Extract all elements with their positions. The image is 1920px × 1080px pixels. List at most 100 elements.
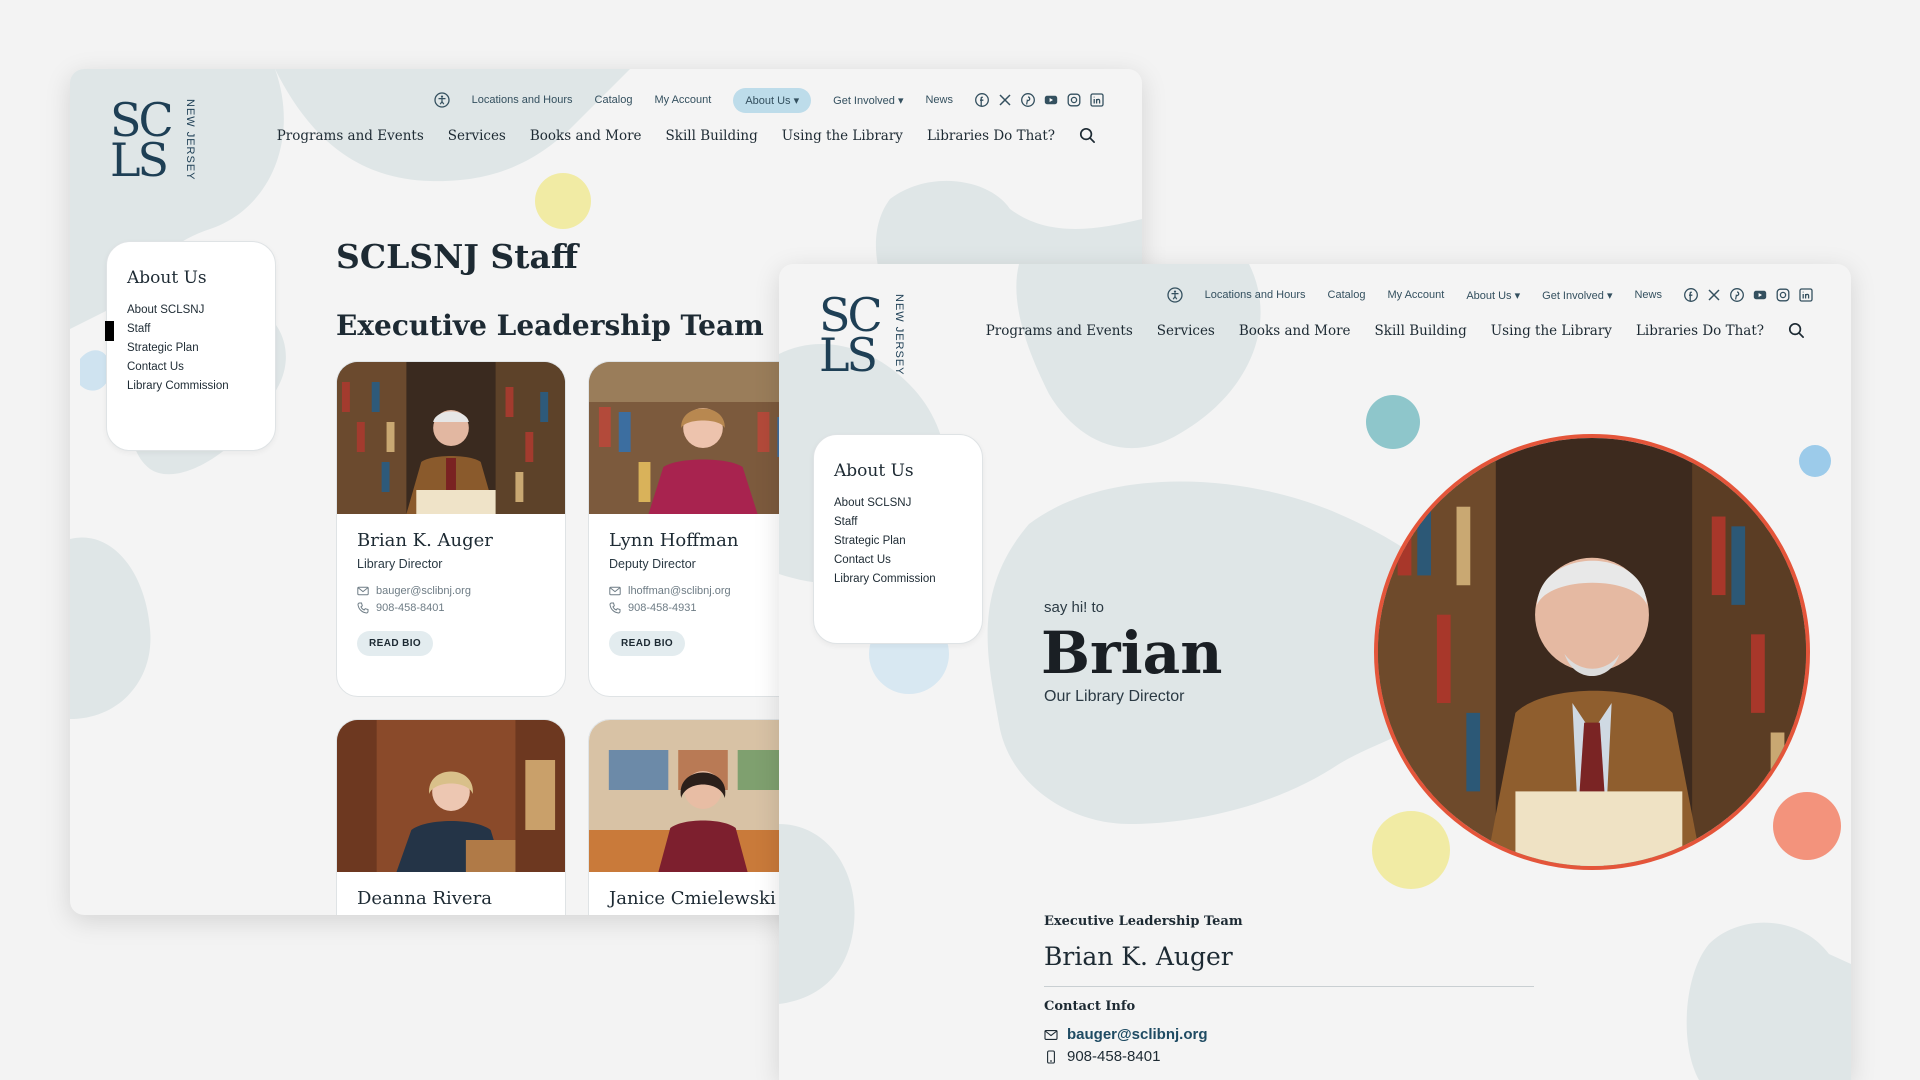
mobile-phone-icon [1047,1049,1055,1064]
x-icon[interactable] [1707,288,1721,302]
sidebar-item-staff[interactable]: Staff [834,516,962,528]
logo-new-jersey: NEW JERSEY [184,99,196,181]
profile-page-window: SC LS NEW JERSEY Locations and Hours Cat… [779,264,1851,1080]
sidebar-item-strategic-plan[interactable]: Strategic Plan [127,342,255,354]
util-locations-hours[interactable]: Locations and Hours [472,94,573,106]
nav-services[interactable]: Services [448,128,506,144]
staff-email[interactable]: bauger@sclibnj.org [376,585,471,597]
util-get-involved[interactable]: Get Involved ▾ [833,94,903,107]
staff-name: Brian K. Auger [357,530,493,551]
mail-icon [357,586,369,596]
util-about-us[interactable]: About Us ▾ [1466,289,1520,302]
contact-email-link[interactable]: bauger@sclibnj.org [1067,1026,1207,1043]
nav-libraries-do-that[interactable]: Libraries Do That? [927,128,1055,144]
staff-title: Library Director [357,557,443,571]
nav-using-library[interactable]: Using the Library [782,128,903,144]
contact-email-row[interactable]: bauger@sclibnj.org [1044,1026,1207,1043]
hero-first-name: Brian [1041,619,1223,687]
nav-programs-events[interactable]: Programs and Events [277,128,424,144]
nav-services[interactable]: Services [1157,323,1215,339]
instagram-icon[interactable] [1776,288,1790,302]
mail-icon [1044,1029,1058,1040]
nav-programs-events[interactable]: Programs and Events [986,323,1133,339]
sidebar-item-library-commission[interactable]: Library Commission [834,573,962,585]
nav-books-more[interactable]: Books and More [530,128,642,144]
contact-phone-row[interactable]: 908-458-8401 [1044,1048,1160,1065]
staff-card: Brian K. Auger Library Director bauger@s… [336,361,566,697]
hero-role: Our Library Director [1044,688,1185,705]
staff-photo [337,720,565,872]
search-icon[interactable] [1079,127,1096,144]
sidebar-item-contact-us[interactable]: Contact Us [834,554,962,566]
youtube-icon[interactable] [1753,288,1767,302]
util-my-account[interactable]: My Account [1387,289,1444,301]
sidebar-item-contact-us[interactable]: Contact Us [127,361,255,373]
instagram-icon[interactable] [1067,93,1081,107]
greeting-text: say hi! to [1044,599,1105,616]
x-icon[interactable] [998,93,1012,107]
staff-phone[interactable]: 908-458-8401 [376,602,445,614]
main-nav: Programs and Events Services Books and M… [986,322,1805,339]
divider [1044,986,1534,987]
staff-email-row[interactable]: lhoffman@sclibnj.org [609,585,797,597]
staff-photo [337,362,565,514]
util-my-account[interactable]: My Account [654,94,711,106]
search-icon[interactable] [1788,322,1805,339]
sclsnj-logo[interactable]: SC LS NEW JERSEY [819,292,909,378]
sidebar-title: About Us [834,461,914,481]
staff-email-row[interactable]: bauger@sclibnj.org [357,585,545,597]
util-catalog[interactable]: Catalog [1328,289,1366,301]
sclsnj-logo[interactable]: SC LS NEW JERSEY [110,97,200,183]
staff-name: Deanna Rivera [357,888,492,909]
social-links [1684,288,1813,302]
util-news[interactable]: News [925,94,953,106]
utility-nav: Locations and Hours Catalog My Account A… [433,87,1104,113]
accessibility-icon[interactable] [433,92,450,108]
accessibility-icon[interactable] [1166,287,1183,303]
linkedin-icon[interactable] [1090,93,1104,107]
read-bio-button[interactable]: READ BIO [609,631,686,656]
pinterest-icon[interactable] [1730,288,1744,302]
about-us-sidebar: About Us About SCLSNJ Staff Strategic Pl… [813,434,983,644]
util-about-us[interactable]: About Us ▾ [733,87,812,113]
nav-skill-building[interactable]: Skill Building [666,128,758,144]
contact-info-label: Contact Info [1044,999,1136,1014]
sidebar-item-about-sclsnj[interactable]: About SCLSNJ [127,304,255,316]
staff-email[interactable]: lhoffman@sclibnj.org [628,585,731,597]
pinterest-icon[interactable] [1021,93,1035,107]
social-links [975,93,1104,107]
team-eyebrow: Executive Leadership Team [1044,914,1243,929]
util-locations-hours[interactable]: Locations and Hours [1205,289,1306,301]
staff-phone[interactable]: 908-458-4931 [628,602,697,614]
sidebar-item-library-commission[interactable]: Library Commission [127,380,255,392]
linkedin-icon[interactable] [1799,288,1813,302]
main-nav: Programs and Events Services Books and M… [277,127,1096,144]
facebook-icon[interactable] [1684,288,1698,302]
logo-ls: LS [110,133,169,187]
read-bio-button[interactable]: READ BIO [357,631,434,656]
staff-name: Janice Cmielewski [609,888,776,909]
staff-card: Deanna Rivera [336,719,566,915]
staff-phone-row[interactable]: 908-458-4931 [609,602,797,614]
contact-phone[interactable]: 908-458-8401 [1067,1048,1160,1065]
detail-full-name: Brian K. Auger [1044,942,1233,971]
sidebar-item-about-sclsnj[interactable]: About SCLSNJ [834,497,962,509]
staff-name: Lynn Hoffman [609,530,739,551]
nav-books-more[interactable]: Books and More [1239,323,1351,339]
sidebar-item-strategic-plan[interactable]: Strategic Plan [834,535,962,547]
youtube-icon[interactable] [1044,93,1058,107]
sidebar-item-staff[interactable]: Staff [105,321,255,341]
util-catalog[interactable]: Catalog [595,94,633,106]
util-get-involved[interactable]: Get Involved ▾ [1542,289,1612,302]
facebook-icon[interactable] [975,93,989,107]
staff-phone-row[interactable]: 908-458-8401 [357,602,545,614]
nav-using-library[interactable]: Using the Library [1491,323,1612,339]
staff-title: Deputy Director [609,557,696,571]
phone-icon [609,602,621,614]
nav-skill-building[interactable]: Skill Building [1375,323,1467,339]
logo-ls: LS [819,328,878,382]
sidebar-title: About Us [127,268,207,288]
nav-libraries-do-that[interactable]: Libraries Do That? [1636,323,1764,339]
util-news[interactable]: News [1634,289,1662,301]
phone-icon [357,602,369,614]
